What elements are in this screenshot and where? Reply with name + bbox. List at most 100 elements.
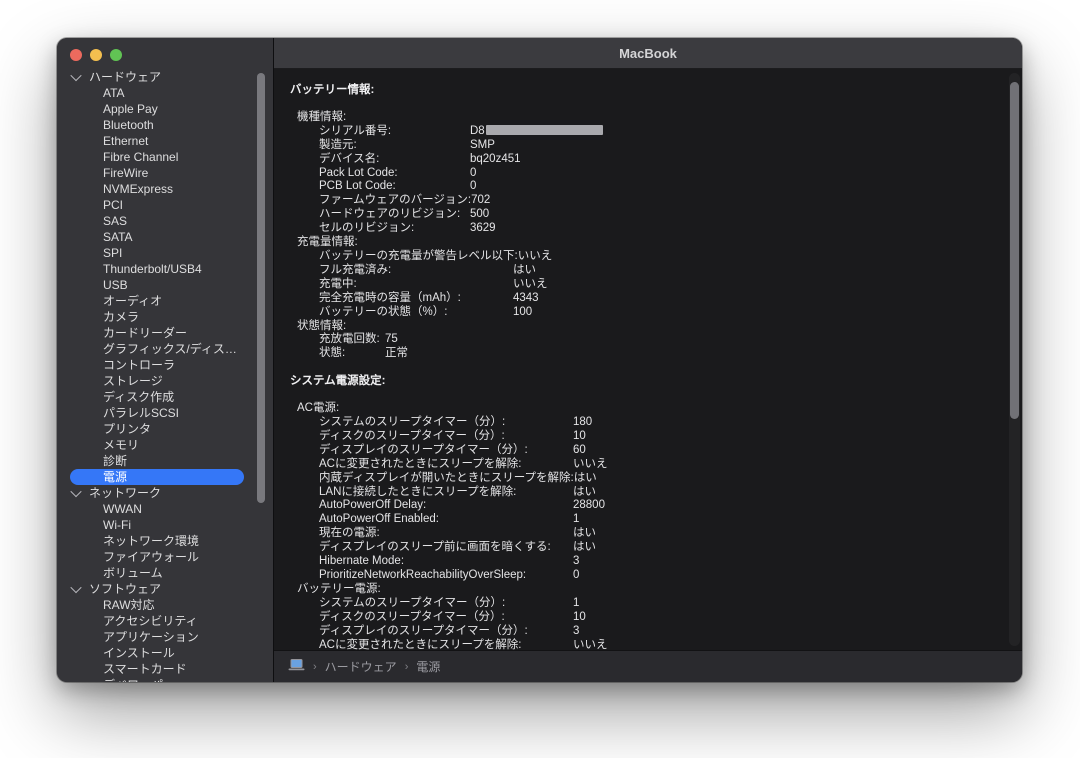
info-row: ファームウェアのバージョン:702 [319,194,992,208]
sidebar-item[interactable]: カードリーダー [57,325,273,341]
status-bar: ›ハードウェア›電源 [274,650,1022,682]
main-panel: MacBook バッテリー情報:機種情報:シリアル番号:D8製造元:SMPデバイ… [274,38,1022,682]
info-row-value: はい [513,264,536,278]
sidebar-item[interactable]: アプリケーション [57,629,273,645]
info-row-label: バッテリーの状態（%）: [319,306,513,320]
info-row-value: はい [573,527,596,541]
info-row-value: 3629 [470,222,496,236]
sidebar-item[interactable]: Fibre Channel [57,149,273,165]
sidebar-item[interactable]: アクセシビリティ [57,613,273,629]
section-title: バッテリー情報: [290,84,992,98]
section-title: システム電源設定: [290,375,992,389]
info-row: Hibernate Mode:3 [319,555,992,569]
sidebar-item[interactable]: RAW対応 [57,597,273,613]
sidebar-scrollbar[interactable] [257,73,265,503]
content-pane: バッテリー情報:機種情報:シリアル番号:D8製造元:SMPデバイス名:bq20z… [274,69,1022,650]
sidebar-item[interactable]: スマートカード [57,661,273,677]
info-row: PCB Lot Code:0 [319,180,992,194]
sidebar-item[interactable]: Ethernet [57,133,273,149]
sidebar-item[interactable]: オーディオ [57,293,273,309]
info-row: LANに接続したときにスリープを解除:はい [319,486,992,500]
sidebar-item[interactable]: PCI [57,197,273,213]
info-row: 完全充電時の容量（mAh）:4343 [319,292,992,306]
sidebar: ハードウェアATAApple PayBluetoothEthernetFibre… [57,38,274,682]
sidebar-item[interactable]: ディスク作成 [57,389,273,405]
sidebar-item[interactable]: ボリューム [57,565,273,581]
sidebar-item[interactable]: ネットワーク環境 [57,533,273,549]
sidebar-item[interactable]: FireWire [57,165,273,181]
sidebar-item[interactable]: ATA [57,85,273,101]
info-row-label: ハードウェアのリビジョン: [319,208,470,222]
group-header: 充電量情報: [297,236,992,250]
content-sections: バッテリー情報:機種情報:シリアル番号:D8製造元:SMPデバイス名:bq20z… [290,84,992,650]
info-row-value: 0 [470,180,476,194]
sidebar-item[interactable]: WWAN [57,501,273,517]
close-button[interactable] [70,49,82,61]
sidebar-item[interactable]: 診断 [57,453,273,469]
info-row-label: 充放電回数: [319,333,385,347]
breadcrumb-separator-icon: › [313,661,317,673]
info-row-value: 10 [573,611,586,625]
sidebar-item[interactable]: インストール [57,645,273,661]
sidebar-section-header[interactable]: ネットワーク [57,485,273,501]
info-row-label: Pack Lot Code: [319,167,470,181]
minimize-button[interactable] [90,49,102,61]
info-row-value: 60 [573,444,586,458]
macbook-icon [288,659,305,674]
info-row-value: 500 [470,208,489,222]
sidebar-section-header[interactable]: ソフトウェア [57,581,273,597]
info-row-value: いいえ [518,250,553,264]
info-row-label: ACに変更されたときにスリープを解除: [319,639,573,650]
sidebar-item[interactable]: SAS [57,213,273,229]
sidebar-item[interactable]: コントローラ [57,357,273,373]
sidebar-item[interactable]: カメラ [57,309,273,325]
sidebar-item[interactable]: デベロッパ [57,677,273,682]
sidebar-item[interactable]: SATA [57,229,273,245]
info-row: 内蔵ディスプレイが開いたときにスリープを解除:はい [319,472,992,486]
info-row-label: 充電中: [319,278,513,292]
system-information-window: ハードウェアATAApple PayBluetoothEthernetFibre… [57,38,1022,682]
sidebar-item[interactable]: USB [57,277,273,293]
sidebar-item[interactable]: パラレルSCSI [57,405,273,421]
info-row-value: はい [574,472,597,486]
info-row-value: 正常 [385,347,408,361]
sidebar-item[interactable]: ストレージ [57,373,273,389]
info-row-label: ディスプレイのスリープタイマー（分）: [319,444,573,458]
info-row-value: 28800 [573,499,605,513]
sidebar-item[interactable]: Bluetooth [57,117,273,133]
sidebar-item[interactable]: SPI [57,245,273,261]
sidebar-item[interactable]: プリンタ [57,421,273,437]
sidebar-item[interactable]: グラフィックス/ディス… [57,341,273,357]
info-row-label: ディスクのスリープタイマー（分）: [319,611,573,625]
info-row-value: いいえ [513,278,548,292]
content-scrollbar-track[interactable] [1009,73,1020,646]
info-row: ディスプレイのスリープタイマー（分）:60 [319,444,992,458]
info-row: バッテリーの充電量が警告レベル以下:いいえ [319,250,992,264]
info-row-value: 4343 [513,292,539,306]
info-row-label: AutoPowerOff Enabled: [319,513,573,527]
info-row: システムのスリープタイマー（分）:180 [319,416,992,430]
sidebar-item-selected[interactable]: 電源 [70,469,244,485]
chevron-down-icon [70,486,81,497]
group-header: バッテリー電源: [297,583,992,597]
sidebar-list: ハードウェアATAApple PayBluetoothEthernetFibre… [57,69,273,682]
sidebar-item[interactable]: Wi-Fi [57,517,273,533]
group-header: 機種情報: [297,111,992,125]
info-row-value: bq20z451 [470,153,521,167]
sidebar-item[interactable]: Thunderbolt/USB4 [57,261,273,277]
sidebar-item[interactable]: ファイアウォール [57,549,273,565]
info-row: ディスプレイのスリープ前に画面を暗くする:はい [319,541,992,555]
info-row-label: ディスプレイのスリープ前に画面を暗くする: [319,541,573,555]
sidebar-section-header[interactable]: ハードウェア [57,69,273,85]
sidebar-item[interactable]: Apple Pay [57,101,273,117]
info-row: AutoPowerOff Enabled:1 [319,513,992,527]
info-row: AutoPowerOff Delay:28800 [319,499,992,513]
zoom-button[interactable] [110,49,122,61]
content-scrollbar-thumb[interactable] [1010,82,1019,419]
info-row: Pack Lot Code:0 [319,167,992,181]
info-row-label: AutoPowerOff Delay: [319,499,573,513]
sidebar-item[interactable]: NVMExpress [57,181,273,197]
info-row-label: 現在の電源: [319,527,573,541]
breadcrumb-item: 電源 [416,658,440,675]
sidebar-item[interactable]: メモリ [57,437,273,453]
